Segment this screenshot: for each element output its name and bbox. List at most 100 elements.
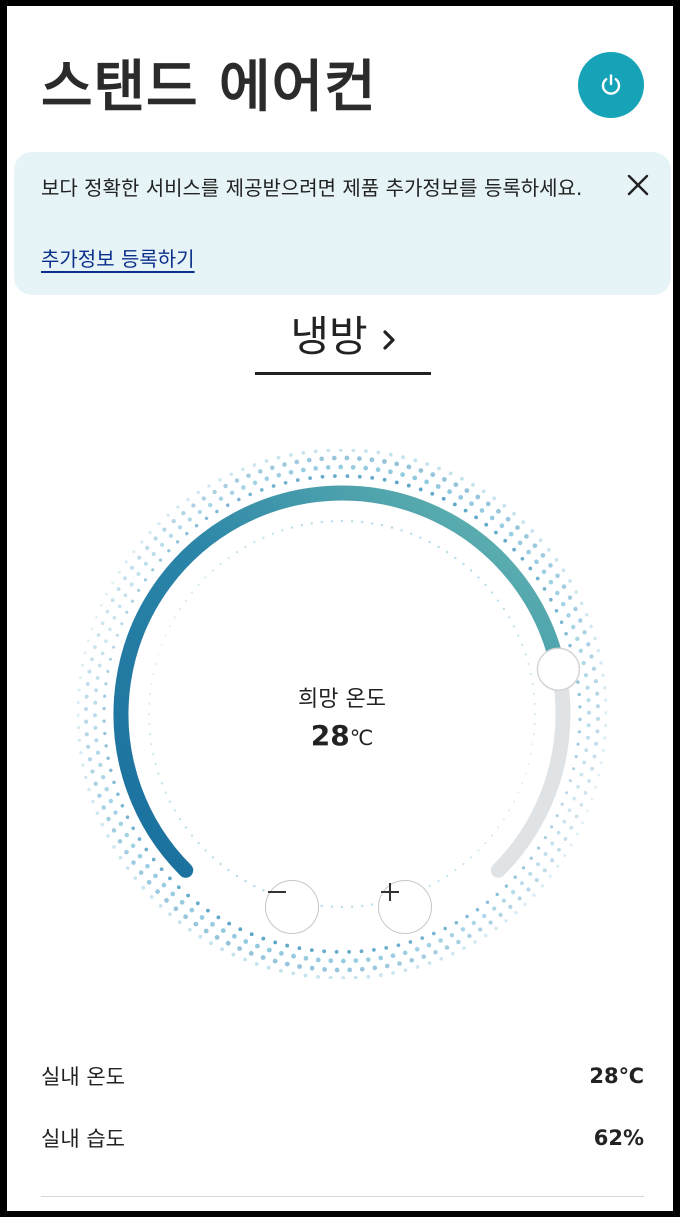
dial-dot: [273, 940, 278, 945]
dial-dot: [144, 847, 149, 852]
dial-dot: [288, 469, 294, 475]
dial-dot: [196, 490, 201, 495]
dial-dot: [83, 775, 88, 780]
dial-dot: [229, 472, 234, 477]
increase-temperature-button[interactable]: [378, 880, 432, 934]
banner-message: 보다 정확한 서비스를 제공받으려면 제품 추가정보를 등록하세요.: [41, 176, 583, 200]
dial-dot: [433, 950, 438, 955]
dial-dot: [341, 976, 346, 979]
dial-dot: [568, 779, 572, 783]
dial-dot: [499, 523, 505, 529]
dial-dot: [432, 931, 436, 936]
dial-dot: [270, 465, 275, 470]
dial-dot: [391, 971, 395, 975]
dial-dot: [215, 509, 219, 514]
banner-close-button[interactable]: [623, 170, 653, 200]
dial-dot: [262, 536, 265, 539]
dial-dot: [496, 508, 501, 514]
dial-dot: [108, 798, 114, 804]
dial-dot: [193, 921, 199, 927]
dial-dot: [563, 854, 567, 858]
dial-dot: [529, 672, 532, 675]
dial-dot: [567, 595, 573, 600]
dial-dot: [508, 531, 514, 537]
dial-dot: [90, 627, 94, 631]
dial-dot: [151, 552, 156, 557]
dial-dot: [414, 947, 420, 952]
dial-dot: [148, 531, 152, 535]
dial-dot: [219, 862, 222, 866]
dial-dot: [515, 525, 520, 530]
dial-dot: [503, 538, 508, 543]
dial-dot: [511, 890, 516, 895]
dial-dot: [118, 821, 124, 827]
dial-dot: [123, 576, 127, 581]
dial-dot: [538, 538, 543, 543]
dial-dot: [528, 566, 533, 571]
dial-dot: [227, 556, 230, 559]
dial-dot: [570, 624, 576, 630]
dial-dot: [586, 809, 589, 813]
dial-dot: [543, 852, 548, 856]
dial-dot: [530, 529, 535, 533]
dial-dot: [567, 808, 572, 813]
dial-dot: [548, 597, 553, 602]
dial-dot: [176, 505, 180, 509]
dial-dot: [550, 858, 555, 863]
dial-dot: [375, 467, 381, 473]
dial-dot: [110, 598, 115, 603]
register-info-link[interactable]: 추가정보 등록하기: [41, 244, 195, 274]
indoor-humidity-label: 실내 습도: [41, 1127, 125, 1151]
dial-dot: [183, 914, 188, 920]
dial-dot: [350, 464, 356, 470]
dial-dot: [415, 965, 420, 969]
dial-dot: [137, 853, 143, 859]
dial-dot: [546, 548, 551, 552]
dial-dot: [218, 478, 222, 482]
dial-dot: [276, 455, 281, 460]
dial-dot: [291, 953, 296, 959]
dial-dot: [109, 768, 113, 773]
dial-dot: [303, 973, 308, 978]
dial-dot: [331, 455, 337, 461]
dial-dot: [130, 599, 134, 603]
power-button[interactable]: [578, 52, 644, 118]
dial-dot: [508, 904, 513, 910]
dial-dot: [542, 868, 547, 873]
dial-dot: [489, 515, 495, 521]
dial-dot: [484, 842, 487, 845]
dial-dot: [533, 712, 537, 716]
decrease-temperature-button[interactable]: [265, 880, 319, 934]
dial-dot: [313, 466, 319, 471]
dial-dot: [167, 549, 171, 553]
dial-dot: [216, 915, 221, 920]
dial-dot: [512, 547, 516, 552]
dial-dot: [361, 520, 364, 524]
dial-dot: [81, 663, 85, 667]
dial-dot: [320, 474, 325, 479]
dial-dot: [229, 490, 235, 496]
dial-dot: [195, 901, 200, 906]
dial-dot: [474, 515, 479, 520]
dial-dot: [529, 856, 533, 860]
dial-dot: [526, 887, 531, 892]
dial-dot: [118, 855, 123, 860]
dial-dot: [237, 946, 243, 951]
dial-dot: [561, 568, 566, 573]
mode-selector[interactable]: 냉방: [255, 302, 431, 375]
dial-dot: [574, 755, 578, 759]
dial-dot: [494, 530, 498, 535]
dial-dot: [186, 893, 190, 898]
dial-dot: [566, 613, 571, 618]
dial-dot: [507, 616, 511, 619]
dial-dot: [240, 467, 245, 472]
dial-dot: [521, 866, 526, 870]
dial-dot: [157, 772, 160, 775]
dial-dot: [437, 880, 440, 883]
dial-dot: [190, 591, 194, 594]
dial-dot: [181, 510, 186, 516]
dial-dot: [235, 551, 238, 554]
dial-dot: [92, 713, 98, 718]
dial-dot: [517, 540, 523, 546]
dial-dot: [575, 832, 579, 836]
